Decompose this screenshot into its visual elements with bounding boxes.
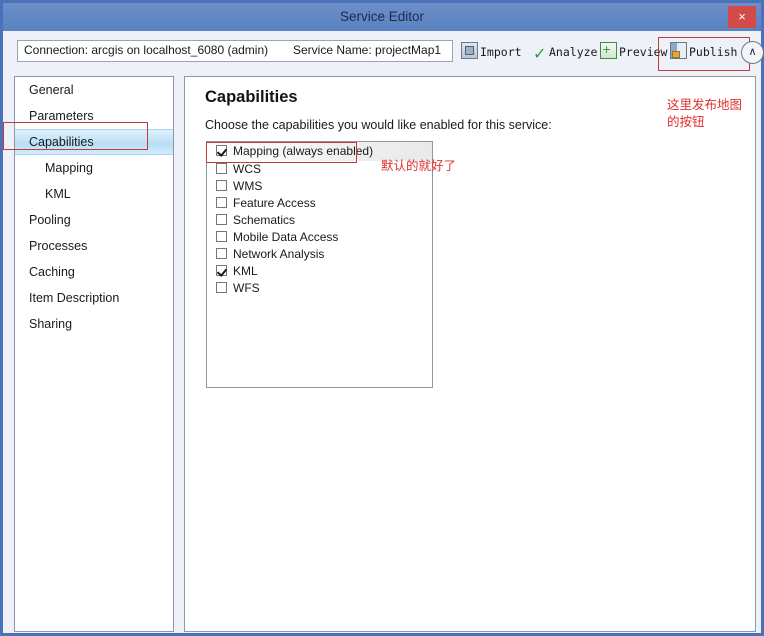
capability-row-schematics[interactable]: Schematics — [207, 212, 432, 229]
checkbox-mobile-data-access[interactable] — [216, 231, 227, 242]
checkbox-mapping[interactable] — [216, 145, 227, 156]
sidebar-item-mapping[interactable]: Mapping — [15, 155, 173, 181]
preview-button[interactable]: Preview — [600, 40, 668, 62]
sidebar-item-general[interactable]: General — [15, 77, 173, 103]
sidebar-item-parameters[interactable]: Parameters — [15, 103, 173, 129]
capability-label: Mobile Data Access — [233, 230, 339, 244]
sidebar-item-sharing[interactable]: Sharing — [15, 311, 173, 337]
capabilities-listbox: Mapping (always enabled) WCS WMS Feature… — [206, 141, 433, 388]
sidebar-item-capabilities[interactable]: Capabilities — [15, 129, 173, 155]
checkbox-schematics[interactable] — [216, 214, 227, 225]
connection-bar: Connection: arcgis on localhost_6080 (ad… — [17, 40, 453, 62]
import-button-label: Import — [480, 45, 522, 59]
checkbox-wms[interactable] — [216, 180, 227, 191]
capability-label: WMS — [233, 179, 263, 193]
capability-row-network-analysis[interactable]: Network Analysis — [207, 246, 432, 263]
toolbar: Connection: arcgis on localhost_6080 (ad… — [6, 31, 764, 71]
analyze-button-label: Analyze — [549, 45, 598, 59]
sidebar-item-item-description[interactable]: Item Description — [15, 285, 173, 311]
checkbox-wcs[interactable] — [216, 163, 227, 174]
publish-button-label: Publish — [689, 45, 738, 59]
capability-row-wfs[interactable]: WFS — [207, 280, 432, 297]
capability-row-kml[interactable]: KML — [207, 263, 432, 280]
sidebar-item-pooling[interactable]: Pooling — [15, 207, 173, 233]
analyze-button[interactable]: ✓ Analyze — [533, 42, 597, 62]
chevron-up-icon[interactable]: ∧ — [741, 41, 764, 64]
check-icon: ✓ — [533, 44, 547, 63]
capability-row-wcs[interactable]: WCS — [207, 161, 432, 178]
capability-row-wms[interactable]: WMS — [207, 178, 432, 195]
capability-row-mapping[interactable]: Mapping (always enabled) — [207, 142, 432, 161]
window-title: Service Editor — [339, 9, 425, 24]
page-subtitle: Choose the capabilities you would like e… — [205, 118, 552, 132]
sidebar-item-kml[interactable]: KML — [15, 181, 173, 207]
capability-label: WFS — [233, 281, 260, 295]
import-button[interactable]: Import — [461, 42, 522, 62]
import-icon — [461, 42, 478, 59]
title-bar: Service Editor × — [3, 3, 761, 31]
publish-icon — [670, 42, 687, 59]
capability-label: Feature Access — [233, 196, 316, 210]
service-name-label: Service Name: projectMap1 — [293, 43, 442, 57]
checkbox-feature-access[interactable] — [216, 197, 227, 208]
capability-label: WCS — [233, 162, 261, 176]
capability-row-feature-access[interactable]: Feature Access — [207, 195, 432, 212]
sidebar-item-processes[interactable]: Processes — [15, 233, 173, 259]
publish-button[interactable]: Publish — [670, 42, 737, 62]
sidebar: General Parameters Capabilities Mapping … — [14, 76, 174, 632]
preview-icon — [600, 40, 617, 60]
capability-label: Network Analysis — [233, 247, 325, 261]
close-icon[interactable]: × — [728, 6, 756, 28]
checkbox-wfs[interactable] — [216, 282, 227, 293]
checkbox-network-analysis[interactable] — [216, 248, 227, 259]
checkbox-kml[interactable] — [216, 265, 227, 276]
capability-label: Schematics — [233, 213, 296, 227]
capability-row-mobile-data-access[interactable]: Mobile Data Access — [207, 229, 432, 246]
main-panel: Capabilities Choose the capabilities you… — [184, 76, 756, 632]
capability-label: KML — [233, 264, 258, 278]
preview-button-label: Preview — [619, 45, 668, 59]
page-title: Capabilities — [205, 88, 298, 106]
connection-label: Connection: arcgis on localhost_6080 (ad… — [24, 43, 269, 57]
service-editor-window: Service Editor × Connection: arcgis on l… — [0, 0, 764, 636]
capability-label: Mapping (always enabled) — [233, 144, 374, 158]
sidebar-item-caching[interactable]: Caching — [15, 259, 173, 285]
